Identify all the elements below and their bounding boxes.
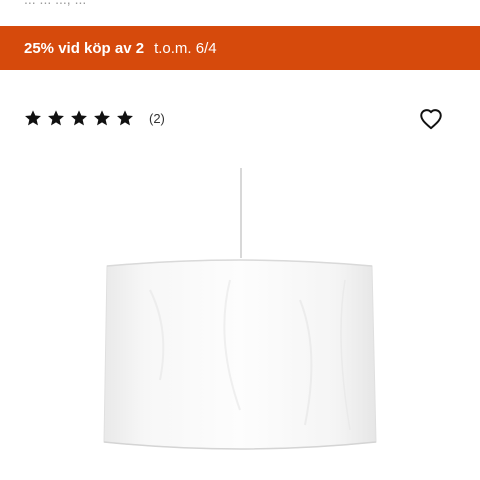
- review-count[interactable]: (2): [149, 111, 165, 126]
- star-icon: [25, 110, 41, 126]
- favorite-button[interactable]: [418, 106, 444, 132]
- product-image: [103, 168, 377, 450]
- rating-row[interactable]: (2): [24, 107, 165, 129]
- heart-icon: [420, 109, 442, 130]
- star-icon: [71, 110, 87, 126]
- product-page: ... ... ..., ... 25% vid köp av 2 t.o.m.…: [0, 0, 480, 480]
- promo-offer-text: 25% vid köp av 2: [24, 39, 145, 57]
- star-icon: [117, 110, 133, 126]
- promo-validity-text: t.o.m. 6/4: [154, 39, 217, 57]
- star-icon: [94, 110, 110, 126]
- product-subtitle-fragment: ... ... ..., ...: [24, 0, 86, 7]
- promo-banner: 25% vid köp av 2 t.o.m. 6/4: [0, 26, 480, 70]
- rating-stars: [24, 109, 139, 127]
- star-icon: [48, 110, 64, 126]
- lamp-shade: [103, 259, 377, 450]
